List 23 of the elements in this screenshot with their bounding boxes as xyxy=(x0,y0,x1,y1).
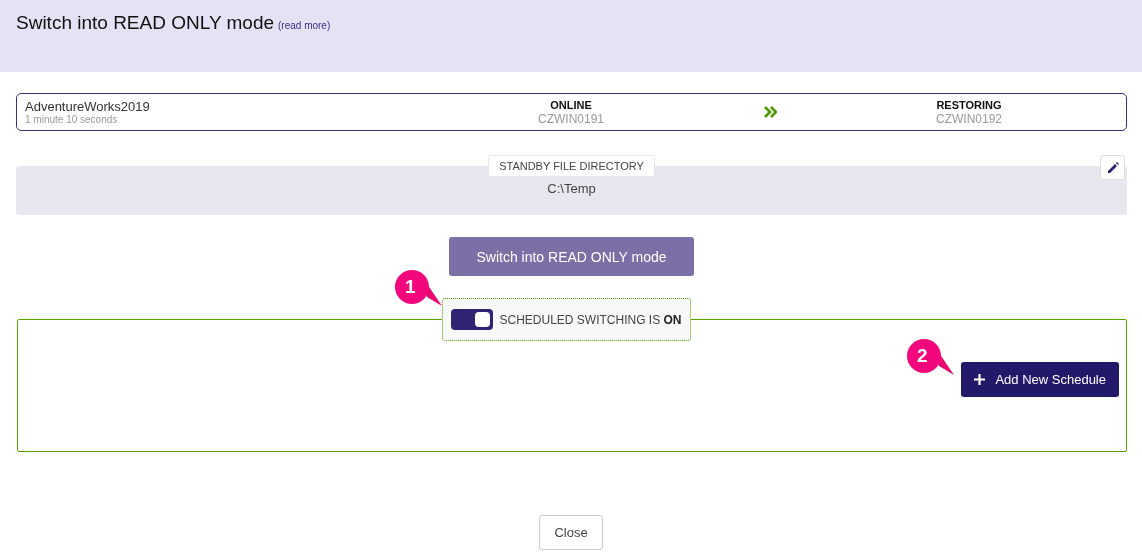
plus-icon xyxy=(974,374,986,385)
dialog-title: Switch into READ ONLY mode xyxy=(16,12,274,34)
directory-label: STANDBY FILE DIRECTORY xyxy=(488,155,655,177)
toggle-switch[interactable] xyxy=(451,309,494,330)
edit-button[interactable] xyxy=(1100,155,1125,180)
server-name: CZWIN0192 xyxy=(935,111,1003,126)
database-name: AdventureWorks2019 xyxy=(25,98,151,114)
read-more-link[interactable]: (read more) xyxy=(278,20,331,31)
directory-path: C:\Temp xyxy=(547,181,596,196)
server-state: ONLINE xyxy=(549,98,593,112)
double-chevron-icon xyxy=(763,106,777,118)
pencil-icon xyxy=(1106,161,1119,174)
callout-number: 2 xyxy=(917,344,928,368)
server-state: RESTORING xyxy=(935,98,1003,112)
add-schedule-button[interactable]: Add New Schedule xyxy=(961,362,1119,397)
callout-bubble xyxy=(905,338,955,376)
elapsed-time: 1 minute 10 seconds xyxy=(25,113,119,126)
switch-mode-button[interactable]: Switch into READ ONLY mode xyxy=(449,237,694,276)
server-name: CZWIN0191 xyxy=(537,111,605,126)
callout-bubble xyxy=(393,269,443,307)
close-button[interactable]: Close xyxy=(539,515,603,550)
callout-number: 1 xyxy=(405,275,416,299)
toggle-label: SCHEDULED SWITCHING IS ON xyxy=(499,312,682,327)
